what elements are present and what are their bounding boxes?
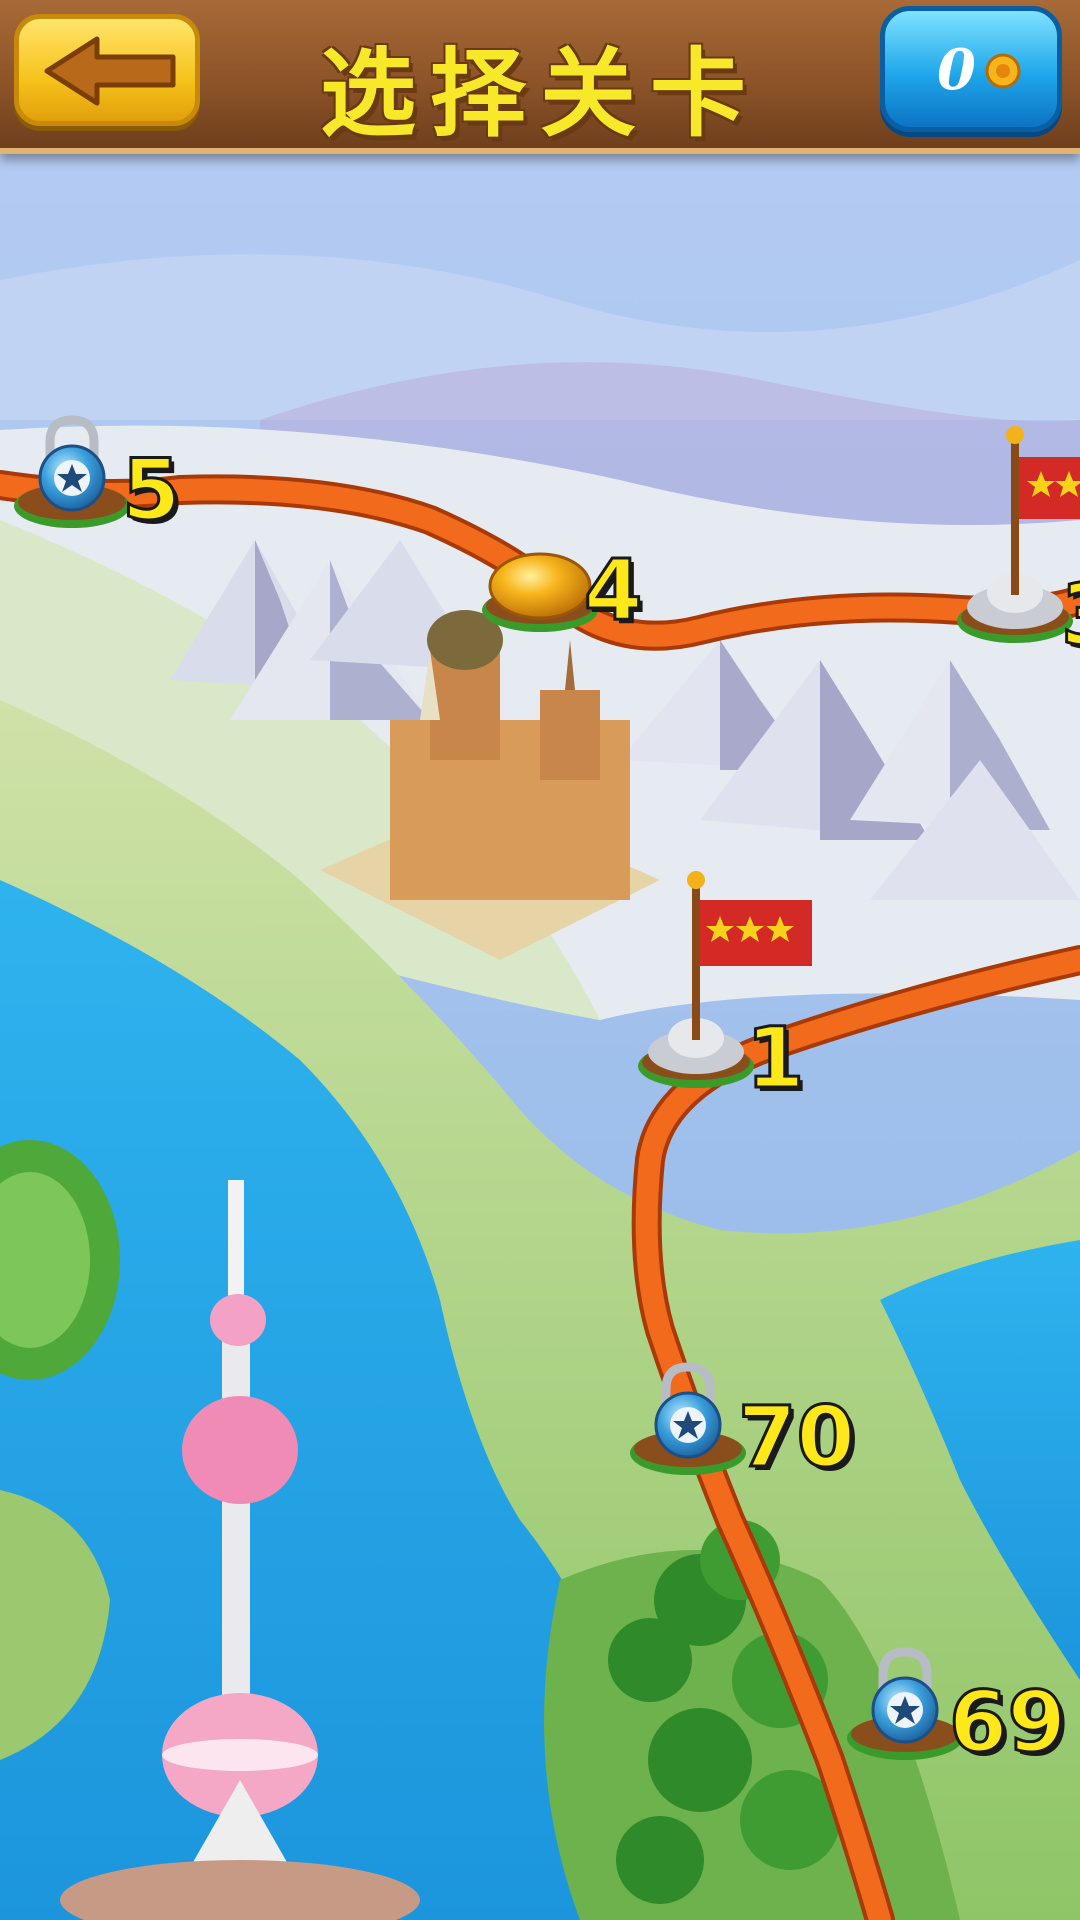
lock-icon [14,415,130,528]
level-number: 4 [582,541,643,639]
level-node-1[interactable]: 1 [636,870,836,1107]
level-node-69[interactable]: 69 [845,1640,1075,1766]
lock-icon [630,1362,746,1475]
level-number: 1 [744,1009,805,1107]
level-number: 69 [948,1673,1068,1771]
level-number: 5 [120,441,181,539]
page-title: 选择关卡 [320,38,760,150]
level-node-70[interactable]: 70 [628,1355,858,1481]
top-bar: 选择关卡 0 [0,0,1080,154]
coin-counter[interactable]: 0 [880,6,1062,132]
level-number: 70 [737,1388,857,1486]
coin-count: 0 [937,37,976,103]
back-arrow-icon [44,36,176,106]
lock-icon [847,1647,963,1760]
level-node-3[interactable]: 3 [955,425,1080,655]
coin-icon [985,53,1021,89]
level-node-4[interactable]: 4 [480,541,650,639]
back-button[interactable] [14,14,200,126]
world-map-background [0,0,1080,1920]
flag-icon [638,871,812,1088]
level-number: 3 [1059,572,1080,656]
level-node-5[interactable]: 5 [12,408,182,534]
gold-button-icon [482,552,598,632]
